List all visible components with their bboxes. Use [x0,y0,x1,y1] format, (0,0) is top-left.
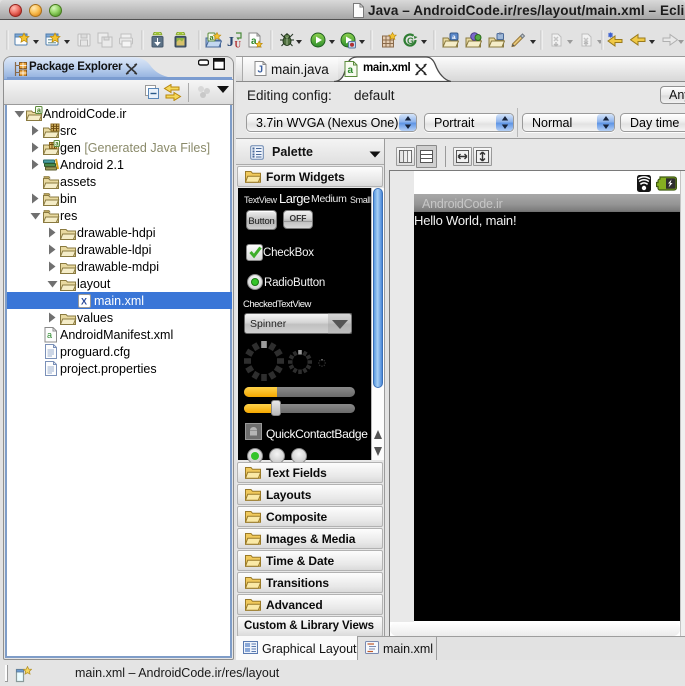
svg-text:a: a [348,65,354,76]
svg-text:J: J [227,35,234,49]
svg-text:a: a [251,36,257,47]
svg-text:a: a [452,34,456,41]
svg-text:a: a [37,108,41,115]
svg-text:G: G [407,36,414,46]
svg-text:a: a [47,330,52,340]
svg-text:X: X [81,297,87,307]
svg-text:U: U [235,40,242,50]
svg-text:J: J [258,65,264,76]
